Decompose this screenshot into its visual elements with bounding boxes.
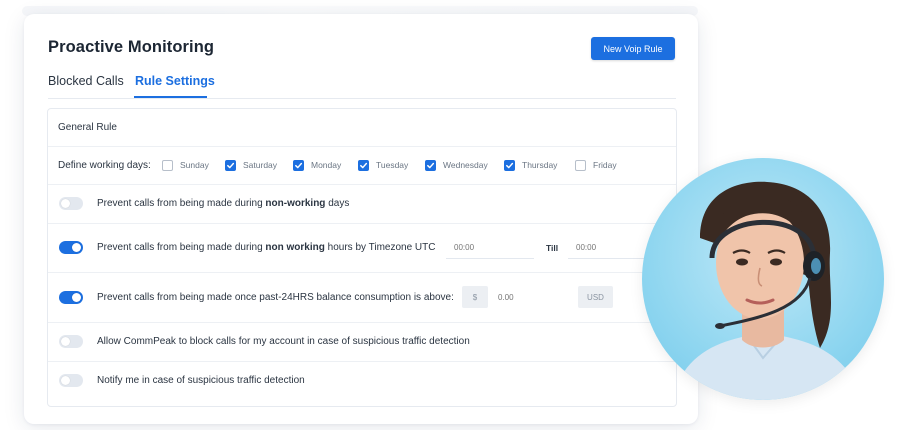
check-icon (427, 162, 435, 168)
toggle-non-working-days[interactable] (59, 197, 83, 210)
toggle-non-working-hours[interactable] (59, 241, 83, 254)
day-label-sunday: Sunday (180, 160, 209, 170)
rule-text-non-working-days: Prevent calls from being made during non… (97, 198, 349, 209)
rule-row-non-working-days: Prevent calls from being made during non… (48, 184, 676, 224)
amount-input[interactable] (490, 286, 576, 308)
till-label: Till (546, 242, 559, 253)
new-voip-rule-button[interactable]: New Voip Rule (591, 37, 675, 60)
rule-text-bold: non working (265, 242, 325, 253)
day-label-thursday: Thursday (522, 160, 558, 170)
checkbox-thursday[interactable] (504, 159, 515, 171)
rule-row-non-working-hours: Prevent calls from being made during non… (48, 223, 676, 273)
rule-text-prefix: Prevent calls from being made during (97, 198, 266, 209)
checkbox-saturday[interactable] (225, 159, 236, 171)
day-saturday[interactable]: Saturday (225, 159, 278, 171)
rule-settings-panel: General Rule Define working days: Sunday… (47, 108, 677, 407)
checkbox-wednesday[interactable] (425, 159, 436, 171)
toggle-knob (61, 337, 70, 346)
rule-text-bold: non-working (265, 198, 326, 209)
checkbox-sunday[interactable] (162, 159, 173, 171)
toggle-knob (61, 199, 70, 208)
rule-text-notify: Notify me in case of suspicious traffic … (97, 375, 305, 386)
rule-row-balance: Prevent calls from being made once past-… (48, 272, 676, 323)
checkbox-monday[interactable] (293, 159, 304, 171)
currency-label: USD (578, 286, 613, 308)
rule-text-suffix: days (325, 198, 350, 209)
general-rule-title: General Rule (58, 122, 117, 133)
from-time-input[interactable] (446, 236, 534, 259)
tab-blocked-calls[interactable]: Blocked Calls (48, 74, 124, 96)
check-icon (506, 162, 514, 168)
checkbox-tuesday[interactable] (358, 159, 369, 171)
check-icon (295, 162, 303, 168)
rule-text-prefix: Prevent calls from being made during (97, 242, 266, 253)
day-friday[interactable]: Friday (575, 159, 617, 171)
day-thursday[interactable]: Thursday (504, 159, 558, 171)
rule-row-notify: Notify me in case of suspicious traffic … (48, 361, 676, 400)
day-label-wednesday: Wednesday (443, 160, 488, 170)
day-monday[interactable]: Monday (293, 159, 342, 171)
day-wednesday[interactable]: Wednesday (425, 159, 488, 171)
day-label-saturday: Saturday (243, 160, 278, 170)
checkbox-friday[interactable] (575, 159, 586, 171)
working-days-row: Define working days: Sunday Saturday Mon… (48, 146, 676, 185)
rule-text-suspicious-block: Allow CommPeak to block calls for my acc… (97, 336, 470, 347)
toggle-notify[interactable] (59, 374, 83, 387)
day-sunday[interactable]: Sunday (162, 159, 209, 171)
support-agent-illustration (672, 181, 864, 400)
rule-text-non-working-hours: Prevent calls from being made during non… (97, 242, 435, 253)
day-label-tuesday: Tuesday (376, 160, 409, 170)
toggle-knob (72, 243, 81, 252)
tab-bar: Blocked Calls Rule Settings (48, 70, 676, 99)
check-icon (360, 162, 368, 168)
support-agent-avatar (642, 158, 884, 400)
day-label-monday: Monday (311, 160, 342, 170)
day-tuesday[interactable]: Tuesday (358, 159, 409, 171)
active-tab-indicator (134, 96, 207, 98)
rule-text-balance: Prevent calls from being made once past-… (97, 291, 454, 303)
toggle-balance[interactable] (59, 290, 83, 304)
working-days-label: Define working days: (58, 159, 151, 171)
general-rule-header: General Rule (48, 109, 676, 147)
rule-text-suffix: hours by Timezone UTC (324, 242, 436, 253)
currency-symbol: $ (462, 286, 488, 308)
rule-row-suspicious-block: Allow CommPeak to block calls for my acc… (48, 322, 676, 362)
check-icon (227, 162, 235, 168)
tab-rule-settings[interactable]: Rule Settings (135, 74, 215, 96)
toggle-knob (61, 376, 70, 385)
day-label-friday: Friday (593, 160, 617, 170)
toggle-knob (72, 292, 81, 302)
toggle-suspicious-block[interactable] (59, 335, 83, 348)
page-title: Proactive Monitoring (48, 38, 215, 56)
